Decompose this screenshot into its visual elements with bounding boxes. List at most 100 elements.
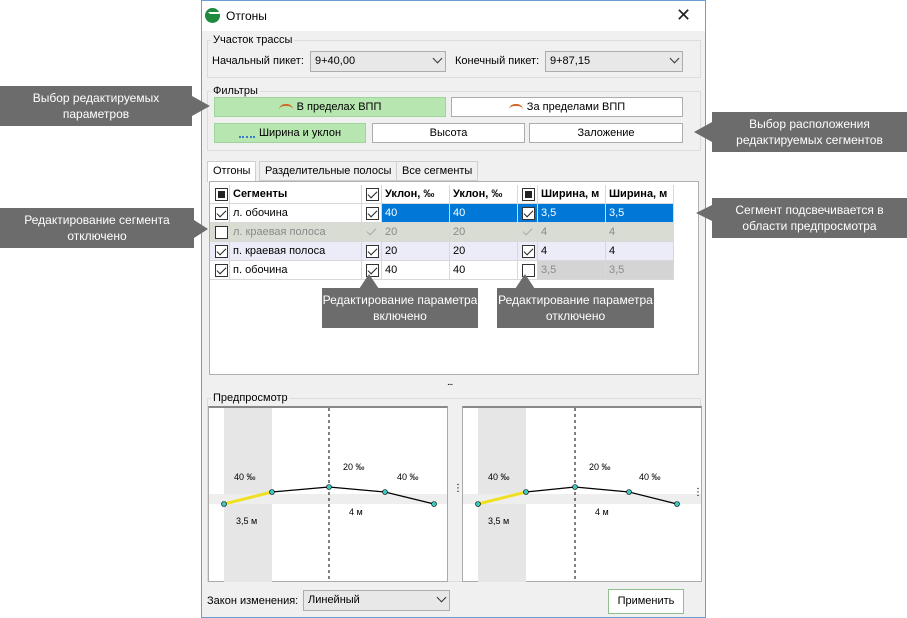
width-label-left: 3,5 м: [236, 516, 257, 526]
callout-arrow: [192, 96, 210, 116]
splitter-handle[interactable]: ...: [447, 377, 453, 388]
chevron-down-icon: [436, 592, 447, 603]
filters-group-label: Фильтры: [211, 85, 260, 97]
width-start-cell: 3,5: [538, 261, 606, 280]
slope-start-cell: 20: [382, 223, 450, 242]
tab-all-segments[interactable]: Все сегменты: [396, 161, 479, 181]
start-station-label: Начальный пикет:: [212, 55, 304, 67]
apply-button[interactable]: Применить: [608, 589, 684, 614]
width-label-mid: 4 м: [595, 507, 609, 517]
width-enable-checkbox[interactable]: [522, 245, 535, 258]
segment-name[interactable]: п. краевая полоса: [230, 242, 362, 261]
row-enable-checkbox[interactable]: [215, 207, 228, 220]
title-bar: Отгоны ✕: [202, 1, 705, 31]
section-group-label: Участок трассы: [211, 34, 295, 46]
width-label-left: 3,5 м: [488, 516, 509, 526]
callout-highlight: Сегмент подсвечивается в области предпро…: [712, 198, 907, 238]
header-width-1: Ширина, м: [538, 185, 606, 204]
preview-pane-start: 40 ‰ 20 ‰ 40 ‰ 3,5 м 4 м: [208, 406, 448, 582]
slope-end-cell: 20: [450, 223, 518, 242]
vertex-point: [626, 489, 632, 495]
header-segments: Сегменты: [230, 185, 362, 204]
callout-arrow: [359, 274, 379, 289]
callout-arrow: [696, 204, 714, 222]
end-station-value: 9+87,15: [550, 55, 591, 67]
slope-label-left: 40 ‰: [488, 472, 510, 482]
slope-label-mid: 20 ‰: [343, 462, 365, 472]
runway-arc-icon: [508, 104, 523, 110]
width-enable-checkbox[interactable]: [522, 207, 535, 220]
width-end-cell: 3,5: [606, 261, 674, 280]
filter-outside-runway-button[interactable]: За пределами ВПП: [451, 97, 683, 117]
filter-height-button[interactable]: Высота: [372, 123, 525, 143]
segments-table-panel: Сегменты Уклон, ‰ Уклон, ‰ Ширина, м Шир…: [209, 181, 699, 375]
callout-arrow: [515, 274, 535, 289]
width-end-cell[interactable]: 4: [606, 242, 674, 261]
filter-inside-runway-button[interactable]: В пределах ВПП: [214, 97, 446, 117]
row-enable-checkbox[interactable]: [215, 264, 228, 277]
chevron-down-icon: [669, 53, 680, 64]
filter-layout-button[interactable]: Заложение: [529, 123, 683, 143]
vertex-point: [326, 484, 332, 490]
slope-start-cell[interactable]: 20: [382, 242, 450, 261]
filter-width-slope-button[interactable]: Ширина и уклон: [214, 123, 366, 143]
slope-end-cell[interactable]: 20: [450, 242, 518, 261]
law-label: Закон изменения:: [207, 595, 299, 607]
width-slope-icon: [238, 128, 255, 139]
tab-separator-strips[interactable]: Разделительные полосы: [259, 161, 398, 181]
slope-end-cell[interactable]: 40: [450, 261, 518, 280]
window-title: Отгоны: [226, 9, 267, 23]
row-enable-checkbox[interactable]: [215, 226, 228, 239]
vertex-point: [382, 489, 388, 495]
width-end-cell[interactable]: 3,5: [606, 204, 674, 223]
law-value: Линейный: [308, 594, 360, 606]
pane-splitter-handle[interactable]: ⋮: [693, 487, 703, 498]
preview-pane-end: 40 ‰ 20 ‰ 40 ‰ 3,5 м 4 м: [462, 406, 702, 582]
header-segments-checkbox[interactable]: [215, 188, 228, 201]
callout-location: Выбор расположения редактируемых сегмент…: [712, 112, 907, 152]
header-slope-checkbox[interactable]: [366, 188, 379, 201]
slope-enable-checkbox[interactable]: [366, 207, 379, 220]
segment-name[interactable]: п. обочина: [230, 261, 362, 280]
end-station-combo[interactable]: 9+87,15: [545, 51, 683, 72]
header-slope-1: Уклон, ‰: [382, 185, 450, 204]
segment-name: л. краевая полоса: [230, 223, 362, 242]
width-enable-checkbox: [522, 226, 535, 239]
vertex-point: [431, 501, 437, 507]
start-station-combo[interactable]: 9+40,00: [310, 51, 446, 72]
app-road-icon: [205, 8, 221, 23]
segment-name[interactable]: л. обочина: [230, 204, 362, 223]
law-combo[interactable]: Линейный: [303, 590, 450, 611]
slope-label-left: 40 ‰: [234, 472, 256, 482]
width-label-mid: 4 м: [349, 507, 363, 517]
slope-enable-checkbox[interactable]: [366, 245, 379, 258]
vertex-point: [572, 484, 578, 490]
width-end-cell: 4: [606, 223, 674, 242]
callout-param-disabled: Редактирование параметра отключено: [497, 288, 654, 328]
vertex-point: [674, 501, 680, 507]
slope-start-cell[interactable]: 40: [382, 261, 450, 280]
chevron-down-icon: [432, 53, 443, 64]
width-start-cell[interactable]: 3,5: [538, 204, 606, 223]
close-icon[interactable]: ✕: [676, 4, 691, 26]
row-enable-checkbox[interactable]: [215, 245, 228, 258]
slope-label-right: 40 ‰: [639, 472, 661, 482]
preview-group-label: Предпросмотр: [211, 392, 290, 404]
cross-section-start-svg: 40 ‰ 20 ‰ 40 ‰ 3,5 м 4 м: [209, 408, 447, 582]
slope-start-cell[interactable]: 40: [382, 204, 450, 223]
width-start-cell[interactable]: 4: [538, 242, 606, 261]
vertex-point: [221, 501, 227, 507]
vertex-point: [523, 489, 529, 495]
cross-section-end-svg: 40 ‰ 20 ‰ 40 ‰ 3,5 м 4 м: [463, 408, 701, 582]
start-station-value: 9+40,00: [315, 55, 356, 67]
vertex-point: [269, 489, 275, 495]
slope-label-mid: 20 ‰: [589, 462, 611, 472]
header-width-checkbox[interactable]: [522, 188, 535, 201]
slope-label-right: 40 ‰: [397, 472, 419, 482]
tab-otgony[interactable]: Отгоны: [207, 161, 257, 182]
callout-arrow: [694, 122, 712, 142]
header-width-2: Ширина, м: [606, 185, 674, 204]
slope-enable-checkbox: [366, 226, 379, 239]
callout-arrow: [194, 220, 208, 238]
slope-end-cell[interactable]: 40: [450, 204, 518, 223]
